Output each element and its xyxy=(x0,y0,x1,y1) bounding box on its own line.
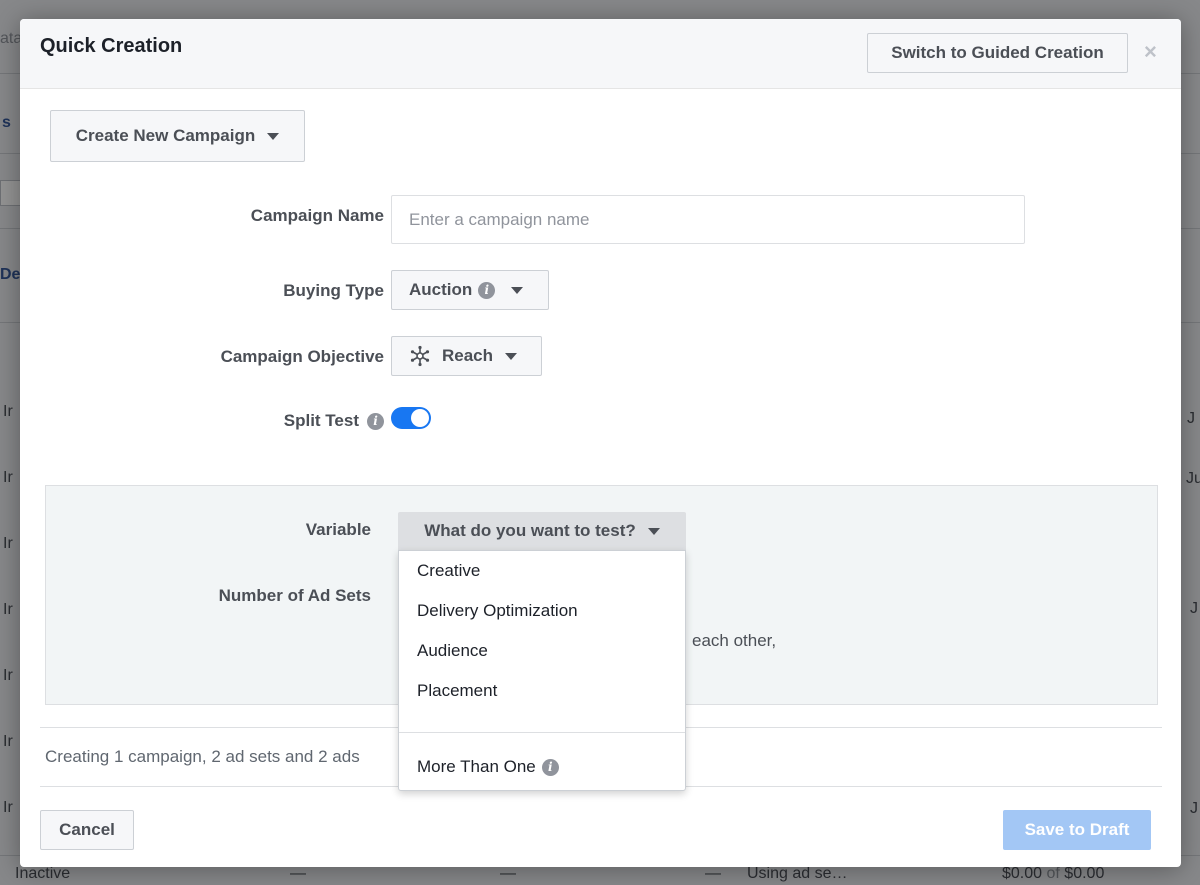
variable-dropdown-menu: Creative Delivery Optimization Audience … xyxy=(398,550,686,791)
save-to-draft-button[interactable]: Save to Draft xyxy=(1003,810,1151,850)
variable-placeholder: What do you want to test? xyxy=(424,521,636,540)
buying-type-value: Auction xyxy=(409,280,473,299)
buying-type-select[interactable]: Auction i xyxy=(391,270,549,310)
dropdown-item-placement[interactable]: Placement xyxy=(417,681,497,701)
creation-summary: Creating 1 campaign, 2 ad sets and 2 ads xyxy=(45,747,360,766)
caret-down-icon xyxy=(647,527,660,535)
campaign-objective-label: Campaign Objective xyxy=(220,347,384,366)
caret-down-icon xyxy=(267,132,280,140)
buying-type-label: Buying Type xyxy=(283,281,384,300)
variable-select[interactable]: What do you want to test? xyxy=(398,512,686,550)
dropdown-item-creative[interactable]: Creative xyxy=(417,561,480,581)
caret-down-icon xyxy=(505,352,518,360)
switch-to-guided-creation-button[interactable]: Switch to Guided Creation xyxy=(867,33,1128,73)
split-test-description: each other, xyxy=(692,631,777,650)
reach-icon xyxy=(410,345,430,367)
cancel-button[interactable]: Cancel xyxy=(40,810,134,850)
variable-label: Variable xyxy=(305,520,371,539)
number-of-ad-sets-label: Number of Ad Sets xyxy=(218,586,371,605)
dialog-title: Quick Creation xyxy=(40,35,183,57)
dropdown-item-audience[interactable]: Audience xyxy=(417,641,488,661)
dropdown-item-delivery-optimization[interactable]: Delivery Optimization xyxy=(417,601,578,621)
caret-down-icon xyxy=(511,286,524,294)
campaign-objective-select[interactable]: Reach xyxy=(391,336,542,376)
dropdown-separator xyxy=(399,732,685,733)
info-icon: i xyxy=(478,281,496,299)
quick-creation-dialog: Quick Creation Switch to Guided Creation… xyxy=(20,19,1181,867)
campaign-name-label: Campaign Name xyxy=(250,206,384,225)
info-icon: i xyxy=(541,758,559,776)
info-icon[interactable]: i xyxy=(367,412,384,430)
close-icon[interactable]: × xyxy=(1144,41,1157,63)
dialog-header: Quick Creation Switch to Guided Creation… xyxy=(20,19,1181,89)
campaign-name-input[interactable] xyxy=(391,195,1025,244)
create-new-campaign-label: Create New Campaign xyxy=(75,126,256,145)
toggle-knob xyxy=(411,409,429,427)
campaign-objective-value: Reach xyxy=(442,346,494,365)
split-test-toggle[interactable] xyxy=(391,407,431,429)
create-new-campaign-button[interactable]: Create New Campaign xyxy=(50,110,305,162)
dropdown-item-more-than-one[interactable]: More Than One i xyxy=(417,757,559,777)
split-test-label: Split Test i xyxy=(284,411,384,431)
